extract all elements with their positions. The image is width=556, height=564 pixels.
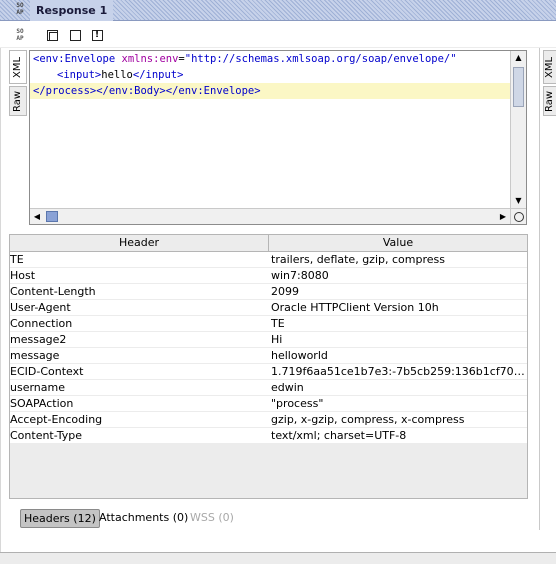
table-row[interactable]: TE trailers, deflate, gzip, compress	[10, 252, 527, 268]
header-value: trailers, deflate, gzip, compress	[271, 253, 445, 266]
table-header-row: Header Value	[10, 235, 527, 252]
xml-response-editor[interactable]: <env:Envelope xmlns:env="http://schemas.…	[29, 50, 527, 225]
alert-icon[interactable]: !	[89, 27, 105, 43]
window-title[interactable]: Response 1	[30, 0, 114, 21]
tab-headers[interactable]: Headers (12)	[20, 509, 100, 528]
header-value: text/xml; charset=UTF-8	[271, 429, 407, 442]
tab-raw-secondary-label: Raw	[544, 90, 556, 112]
scroll-up-icon[interactable]: ▲	[511, 51, 526, 65]
bottom-tabs: Headers (12) Attachments (0) WSS (0)	[9, 507, 539, 529]
code-line-2: <input>hello</input>	[30, 67, 510, 83]
header-name: Connection	[10, 317, 73, 330]
header-value: 1.719f6aa51ce1b7e3:-7b5cb259:136b1cf7095…	[271, 365, 527, 378]
header-name: Accept-Encoding	[10, 413, 103, 426]
scroll-down-icon[interactable]: ▼	[511, 194, 526, 208]
tab-raw[interactable]: Raw	[9, 86, 27, 116]
tab-raw-secondary[interactable]: Raw	[543, 86, 556, 116]
scroll-left-icon[interactable]: ◀	[30, 209, 44, 224]
vertical-scrollbar[interactable]: ▲ ▼	[510, 51, 526, 208]
code-value: "http://schemas.xmlsoap.org/soap/envelop…	[184, 53, 457, 65]
tab-wss[interactable]: WSS (0)	[187, 509, 237, 528]
table-row[interactable]: Content-Type text/xml; charset=UTF-8	[10, 428, 527, 444]
header-name: TE	[10, 253, 24, 266]
code-line-1: <env:Envelope xmlns:env="http://schemas.…	[30, 51, 510, 67]
expand-icon[interactable]	[44, 27, 60, 43]
table-row[interactable]: ECID-Context 1.719f6aa51ce1b7e3:-7b5cb259…	[10, 364, 527, 380]
table-row[interactable]: Connection TE	[10, 316, 527, 332]
table-empty-area	[10, 444, 527, 498]
left-view-tabs: XML Raw	[9, 50, 29, 220]
header-value: TE	[271, 317, 285, 330]
horizontal-scroll-thumb[interactable]	[46, 211, 58, 222]
column-header-header[interactable]: Header	[10, 235, 269, 251]
code-tag: </process></env:Body></env:Envelope>	[33, 85, 261, 97]
tab-attachments[interactable]: Attachments (0)	[96, 509, 191, 528]
header-name: Content-Type	[10, 429, 82, 442]
header-value: gzip, x-gzip, compress, x-compress	[271, 413, 465, 426]
header-name: message2	[10, 333, 67, 346]
headers-table: Header Value TE trailers, deflate, gzip, …	[9, 234, 528, 499]
header-value: Hi	[271, 333, 283, 346]
code-tag: <input>	[57, 69, 102, 81]
header-value: helloworld	[271, 349, 328, 362]
table-row[interactable]: username edwin	[10, 380, 527, 396]
header-name: SOAPAction	[10, 397, 74, 410]
header-name: Content-Length	[10, 285, 96, 298]
header-name: ECID-Context	[10, 365, 84, 378]
vertical-scroll-thumb[interactable]	[513, 67, 524, 107]
tab-xml-label: XML	[12, 56, 24, 78]
header-value: Oracle HTTPClient Version 10h	[271, 301, 439, 314]
header-name: Host	[10, 269, 36, 282]
tab-raw-label: Raw	[12, 90, 24, 112]
code-text: hello	[101, 69, 133, 81]
column-header-value[interactable]: Value	[269, 235, 527, 251]
table-row[interactable]: Host win7:8080	[10, 268, 527, 284]
soap-icon[interactable]: SO AP	[13, 27, 27, 43]
zoom-icon[interactable]	[510, 208, 526, 224]
header-value: win7:8080	[271, 269, 329, 282]
code-tag: </input>	[132, 69, 184, 81]
title-bar: SO AP Response 1	[0, 0, 556, 21]
header-name: User-Agent	[10, 301, 71, 314]
table-row[interactable]: Accept-Encoding gzip, x-gzip, compress, x…	[10, 412, 527, 428]
header-name: message	[10, 349, 60, 362]
secondary-panel: XML Raw	[539, 48, 556, 530]
header-name: username	[10, 381, 65, 394]
toolbar: SO AP !	[0, 22, 556, 48]
table-row[interactable]: message2 Hi	[10, 332, 527, 348]
code-area[interactable]: <env:Envelope xmlns:env="http://schemas.…	[30, 51, 510, 208]
table-row[interactable]: message helloworld	[10, 348, 527, 364]
tab-xml-secondary-label: XML	[544, 56, 556, 78]
box-icon[interactable]	[67, 27, 83, 43]
header-value: 2099	[271, 285, 299, 298]
header-value: "process"	[271, 397, 324, 410]
header-value: edwin	[271, 381, 304, 394]
status-strip	[0, 552, 556, 564]
tab-xml[interactable]: XML	[9, 50, 27, 84]
scroll-right-icon[interactable]: ▶	[496, 209, 510, 224]
window-border	[0, 22, 1, 552]
table-row[interactable]: SOAPAction "process"	[10, 396, 527, 412]
table-row[interactable]: User-Agent Oracle HTTPClient Version 10h	[10, 300, 527, 316]
code-attr: xmlns:env	[121, 53, 179, 65]
soap-icon: SO AP	[16, 2, 24, 16]
code-line-3: </process></env:Body></env:Envelope>	[30, 83, 510, 99]
horizontal-scrollbar[interactable]: ◀ ▶	[30, 208, 510, 224]
table-row[interactable]: Content-Length 2099	[10, 284, 527, 300]
tab-xml-secondary[interactable]: XML	[543, 50, 556, 84]
code-tag: <env:Envelope	[33, 53, 122, 65]
